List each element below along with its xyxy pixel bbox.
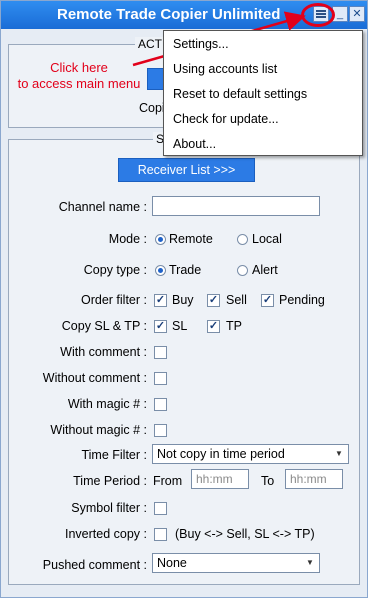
copy-sl-label: SL xyxy=(172,319,188,333)
receiver-list-label: Receiver List >>> xyxy=(137,163,236,177)
menu-highlight-circle xyxy=(301,3,335,27)
chevron-down-icon: ▼ xyxy=(306,558,314,567)
pushed-comment-value: None xyxy=(157,556,187,570)
mode-local-label: Local xyxy=(252,232,282,246)
copy-tp-label: TP xyxy=(226,319,242,333)
with-comment-label: With comment : xyxy=(60,345,147,359)
order-filter-pending-label: Pending xyxy=(279,293,325,307)
menu-item-reset-defaults[interactable]: Reset to default settings xyxy=(173,87,307,101)
without-comment-label: Without comment : xyxy=(42,371,147,385)
time-filter-select[interactable]: Not copy in time period ▼ xyxy=(152,444,349,464)
copy-sl-checkbox[interactable]: ✓ xyxy=(154,320,167,333)
copy-type-label: Copy type : xyxy=(83,263,147,277)
time-period-from-input[interactable] xyxy=(191,469,249,489)
copy-type-trade-label: Trade xyxy=(169,263,202,277)
symbol-filter-label: Symbol filter : xyxy=(71,501,147,515)
without-magic-label: Without magic # : xyxy=(50,423,147,437)
with-magic-label: With magic # : xyxy=(67,397,147,411)
without-magic-checkbox[interactable] xyxy=(154,424,167,437)
time-filter-value: Not copy in time period xyxy=(157,447,285,461)
copy-type-trade-radio[interactable] xyxy=(155,265,166,276)
mode-local-radio[interactable] xyxy=(237,234,248,245)
pushed-comment-select[interactable]: None ▼ xyxy=(152,553,320,573)
receiver-list-button[interactable]: Receiver List >>> xyxy=(118,158,255,182)
time-filter-label: Time Filter : xyxy=(81,448,147,462)
channel-name-label: Channel name : xyxy=(58,200,147,214)
copy-type-alert-label: Alert xyxy=(252,263,278,277)
main-context-menu: Settings... Using accounts list Reset to… xyxy=(163,30,363,156)
order-filter-label: Order filter : xyxy=(81,293,147,307)
menu-item-accounts-list[interactable]: Using accounts list xyxy=(173,62,277,76)
channel-name-input[interactable] xyxy=(152,196,320,216)
symbol-filter-checkbox[interactable] xyxy=(154,502,167,515)
order-filter-pending-checkbox[interactable]: ✓ xyxy=(261,294,274,307)
time-period-to-input[interactable] xyxy=(285,469,343,489)
menu-item-settings[interactable]: Settings... xyxy=(173,37,229,51)
inverted-copy-note: (Buy <-> Sell, SL <-> TP) xyxy=(175,527,315,541)
copier-window: Remote Trade Copier Unlimited _ ✕ ACTI C… xyxy=(0,0,368,598)
menu-item-check-update[interactable]: Check for update... xyxy=(173,112,279,126)
inverted-copy-label: Inverted copy : xyxy=(65,527,147,541)
mode-remote-radio[interactable] xyxy=(155,234,166,245)
copy-tp-checkbox[interactable]: ✓ xyxy=(207,320,220,333)
menu-item-about[interactable]: About... xyxy=(173,137,216,151)
time-period-from-label: From xyxy=(153,474,183,488)
order-filter-buy-checkbox[interactable]: ✓ xyxy=(154,294,167,307)
with-magic-checkbox[interactable] xyxy=(154,398,167,411)
inverted-copy-checkbox[interactable] xyxy=(154,528,167,541)
order-filter-buy-label: Buy xyxy=(172,293,194,307)
with-comment-checkbox[interactable] xyxy=(154,346,167,359)
order-filter-sell-label: Sell xyxy=(226,293,247,307)
without-comment-checkbox[interactable] xyxy=(154,372,167,385)
copy-sl-tp-label: Copy SL & TP : xyxy=(61,319,147,333)
time-period-label: Time Period : xyxy=(73,474,147,488)
order-filter-sell-checkbox[interactable]: ✓ xyxy=(207,294,220,307)
pushed-comment-label: Pushed comment : xyxy=(42,558,147,572)
settings-group: S Receiver List >>> Channel name : Mode … xyxy=(8,132,360,585)
time-period-to-label: To xyxy=(261,474,275,488)
chevron-down-icon: ▼ xyxy=(335,449,343,458)
mode-remote-label: Remote xyxy=(169,232,213,246)
mode-label: Mode : xyxy=(108,232,147,246)
copy-type-alert-radio[interactable] xyxy=(237,265,248,276)
